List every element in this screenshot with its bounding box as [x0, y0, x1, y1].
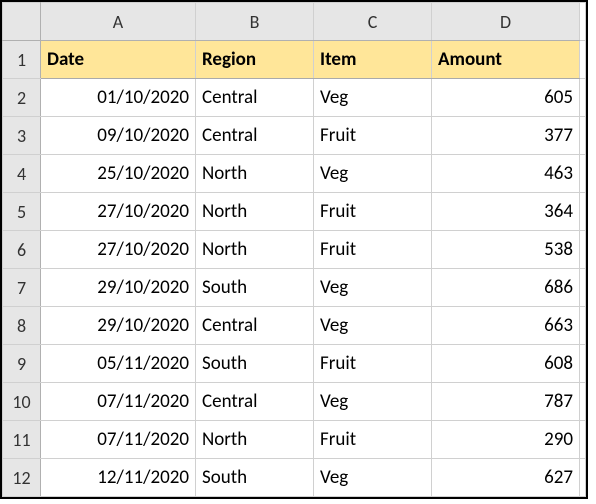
table-row: 8 29/10/2020 Central Veg 663 — [3, 307, 586, 345]
edge — [580, 41, 586, 79]
cell-date[interactable]: 12/11/2020 — [41, 459, 196, 497]
edge — [580, 459, 586, 497]
table-row: 6 27/10/2020 North Fruit 538 — [3, 231, 586, 269]
col-head-c[interactable]: C — [314, 3, 432, 41]
row-head[interactable]: 4 — [3, 155, 41, 193]
edge — [580, 345, 586, 383]
table-row: 2 01/10/2020 Central Veg 605 — [3, 79, 586, 117]
select-all-corner[interactable] — [3, 3, 41, 41]
row-head[interactable]: 1 — [3, 41, 41, 79]
cell-region[interactable]: South — [196, 269, 314, 307]
cell-region[interactable]: South — [196, 459, 314, 497]
cell-region[interactable]: North — [196, 231, 314, 269]
cell-item[interactable]: Veg — [314, 307, 432, 345]
cell-date[interactable]: 29/10/2020 — [41, 307, 196, 345]
header-date[interactable]: Date — [41, 41, 196, 79]
cell-item[interactable]: Fruit — [314, 421, 432, 459]
cell-amount[interactable]: 364 — [432, 193, 580, 231]
edge — [580, 421, 586, 459]
cell-region[interactable]: Central — [196, 117, 314, 155]
edge — [580, 307, 586, 345]
column-header-row: A B C D — [3, 3, 586, 41]
header-amount[interactable]: Amount — [432, 41, 580, 79]
table-row: 7 29/10/2020 South Veg 686 — [3, 269, 586, 307]
cell-amount[interactable]: 627 — [432, 459, 580, 497]
row-head[interactable]: 6 — [3, 231, 41, 269]
cell-item[interactable]: Fruit — [314, 117, 432, 155]
table-row: 3 09/10/2020 Central Fruit 377 — [3, 117, 586, 155]
table-row: 11 07/11/2020 North Fruit 290 — [3, 421, 586, 459]
cell-item[interactable]: Veg — [314, 459, 432, 497]
cell-region[interactable]: North — [196, 155, 314, 193]
edge — [580, 383, 586, 421]
cell-date[interactable]: 27/10/2020 — [41, 193, 196, 231]
row-head[interactable]: 5 — [3, 193, 41, 231]
col-head-a[interactable]: A — [41, 3, 196, 41]
cell-date[interactable]: 07/11/2020 — [41, 383, 196, 421]
table-row: 10 07/11/2020 Central Veg 787 — [3, 383, 586, 421]
cell-item[interactable]: Fruit — [314, 231, 432, 269]
cell-amount[interactable]: 787 — [432, 383, 580, 421]
edge — [580, 155, 586, 193]
header-region[interactable]: Region — [196, 41, 314, 79]
row-head[interactable]: 8 — [3, 307, 41, 345]
col-head-b[interactable]: B — [196, 3, 314, 41]
edge — [580, 79, 586, 117]
edge — [580, 117, 586, 155]
edge — [580, 231, 586, 269]
cell-region[interactable]: Central — [196, 383, 314, 421]
table-header-row: 1 Date Region Item Amount — [3, 41, 586, 79]
cell-region[interactable]: North — [196, 193, 314, 231]
cell-date[interactable]: 05/11/2020 — [41, 345, 196, 383]
row-head[interactable]: 7 — [3, 269, 41, 307]
cell-amount[interactable]: 538 — [432, 231, 580, 269]
row-head[interactable]: 9 — [3, 345, 41, 383]
cell-date[interactable]: 07/11/2020 — [41, 421, 196, 459]
cell-item[interactable]: Fruit — [314, 345, 432, 383]
header-item[interactable]: Item — [314, 41, 432, 79]
table-row: 5 27/10/2020 North Fruit 364 — [3, 193, 586, 231]
cell-date[interactable]: 09/10/2020 — [41, 117, 196, 155]
cell-item[interactable]: Veg — [314, 383, 432, 421]
col-head-d[interactable]: D — [432, 3, 580, 41]
cell-amount[interactable]: 377 — [432, 117, 580, 155]
cell-date[interactable]: 25/10/2020 — [41, 155, 196, 193]
row-head[interactable]: 2 — [3, 79, 41, 117]
cell-item[interactable]: Veg — [314, 269, 432, 307]
table-row: 4 25/10/2020 North Veg 463 — [3, 155, 586, 193]
row-head[interactable]: 10 — [3, 383, 41, 421]
spreadsheet: A B C D 1 Date Region Item Amount 2 01/1… — [0, 0, 588, 499]
cell-region[interactable]: Central — [196, 307, 314, 345]
table-row: 9 05/11/2020 South Fruit 608 — [3, 345, 586, 383]
row-head[interactable]: 3 — [3, 117, 41, 155]
cell-amount[interactable]: 290 — [432, 421, 580, 459]
row-head[interactable]: 12 — [3, 459, 41, 497]
cell-date[interactable]: 01/10/2020 — [41, 79, 196, 117]
cell-amount[interactable]: 686 — [432, 269, 580, 307]
cell-region[interactable]: South — [196, 345, 314, 383]
row-head[interactable]: 11 — [3, 421, 41, 459]
cell-item[interactable]: Veg — [314, 155, 432, 193]
edge — [580, 269, 586, 307]
cell-date[interactable]: 27/10/2020 — [41, 231, 196, 269]
cell-amount[interactable]: 605 — [432, 79, 580, 117]
cell-amount[interactable]: 663 — [432, 307, 580, 345]
cell-region[interactable]: North — [196, 421, 314, 459]
cell-item[interactable]: Fruit — [314, 193, 432, 231]
grid: A B C D 1 Date Region Item Amount 2 01/1… — [2, 2, 586, 497]
edge — [580, 193, 586, 231]
cell-amount[interactable]: 463 — [432, 155, 580, 193]
table-row: 12 12/11/2020 South Veg 627 — [3, 459, 586, 497]
edge — [580, 3, 586, 41]
cell-date[interactable]: 29/10/2020 — [41, 269, 196, 307]
cell-item[interactable]: Veg — [314, 79, 432, 117]
cell-region[interactable]: Central — [196, 79, 314, 117]
cell-amount[interactable]: 608 — [432, 345, 580, 383]
